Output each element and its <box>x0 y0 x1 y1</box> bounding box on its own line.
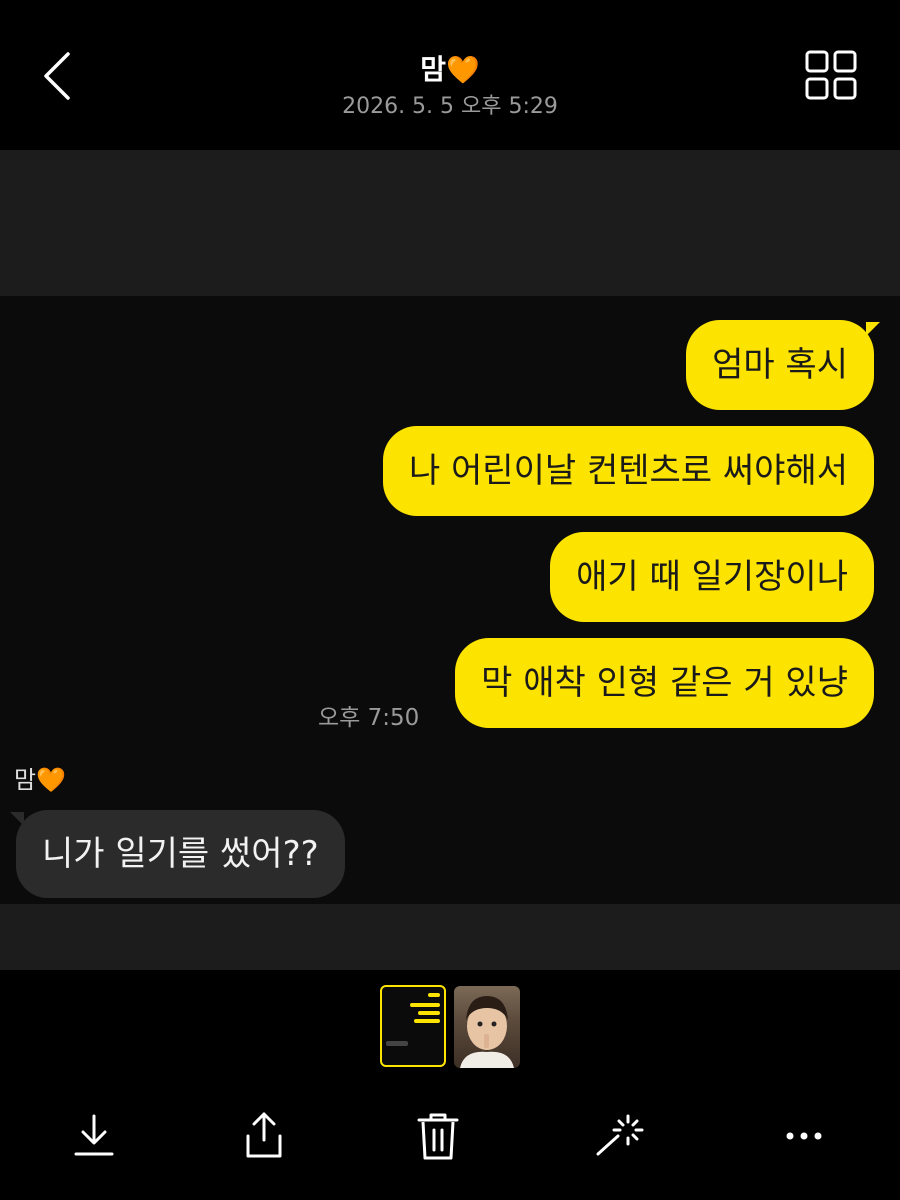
heart-emoji: 🧡 <box>446 55 480 86</box>
thumbnail-chat-screenshot[interactable] <box>380 985 446 1067</box>
incoming-message: 니가 일기를 썼어?? <box>16 810 345 898</box>
grid-icon <box>805 50 857 100</box>
share-button[interactable] <box>236 1108 292 1164</box>
thumbnail-child-photo[interactable] <box>454 986 520 1068</box>
message-time: 오후 7:50 <box>318 705 420 731</box>
photo-date: 2026. 5. 5 오후 5:29 <box>342 94 558 119</box>
sender-name: 맘🧡 <box>14 760 66 795</box>
viewer-header: 맘🧡 2026. 5. 5 오후 5:29 <box>0 0 900 150</box>
more-icon <box>786 1132 822 1140</box>
child-photo-image <box>460 996 514 1068</box>
trash-icon <box>417 1113 459 1160</box>
download-icon <box>74 1114 114 1156</box>
outgoing-message: 막 애착 인형 같은 거 있냥 <box>455 638 874 728</box>
sender-name-text: 맘 <box>14 766 37 794</box>
delete-button[interactable] <box>410 1108 466 1164</box>
outgoing-message: 엄마 혹시 <box>686 320 874 410</box>
outgoing-message: 나 어린이날 컨텐츠로 써야해서 <box>382 426 874 516</box>
effects-button[interactable] <box>592 1108 648 1164</box>
share-icon <box>246 1112 282 1158</box>
download-button[interactable] <box>66 1108 122 1164</box>
page-title: 맘🧡 <box>0 48 900 88</box>
magic-wand-icon <box>596 1114 644 1156</box>
heart-emoji: 🧡 <box>36 766 66 794</box>
more-button[interactable] <box>776 1108 832 1164</box>
outgoing-message: 애기 때 일기장이나 <box>550 532 874 622</box>
thumbnail-strip <box>0 970 900 1085</box>
grid-button[interactable] <box>802 48 860 104</box>
title-text: 맘 <box>420 53 447 86</box>
